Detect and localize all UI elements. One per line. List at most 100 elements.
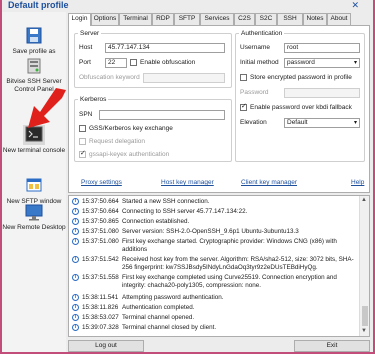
obfuscation-keyword-label: Obfuscation keyword: [79, 74, 140, 81]
store-password-checkbox[interactable]: [240, 74, 247, 81]
window-title: Default profile: [8, 0, 69, 10]
initial-method-select[interactable]: password ▾: [284, 58, 360, 68]
info-icon: i: [72, 294, 79, 301]
password-input[interactable]: [284, 88, 360, 98]
log-message: First key exchange started. Cryptographi…: [122, 238, 337, 253]
server-legend: Server: [80, 30, 100, 37]
tab-options[interactable]: Options: [91, 13, 119, 25]
proxy-settings-link[interactable]: Proxy settings: [81, 179, 122, 186]
info-icon: i: [72, 218, 79, 225]
port-input[interactable]: 22: [105, 58, 127, 68]
initial-method-value: password: [287, 59, 315, 66]
log-time: 15:37:51.542: [82, 256, 119, 263]
log-message: First key exchange completed using Curve…: [122, 274, 337, 289]
initial-method-label: Initial method: [240, 59, 279, 66]
tab-services[interactable]: Services: [200, 13, 234, 25]
scroll-up-icon[interactable]: ▲: [361, 197, 367, 203]
close-icon[interactable]: ✕: [351, 0, 359, 11]
log-message: Received host key from the server. Algor…: [122, 256, 354, 271]
log-time: 15:38:11.541: [82, 294, 119, 301]
gssapi-checkbox[interactable]: [79, 149, 86, 158]
info-icon: i: [72, 304, 79, 311]
info-icon: i: [72, 208, 79, 215]
username-label: Username: [240, 44, 270, 51]
log-message: Connection established.: [122, 218, 190, 225]
log-message: Terminal channel opened.: [122, 314, 195, 321]
sidebar-item-label: New Remote Desktop: [2, 224, 66, 231]
tab-sftp[interactable]: SFTP: [174, 13, 200, 25]
kbdi-fallback-checkbox[interactable]: [240, 102, 247, 111]
tab-s2c[interactable]: S2C: [255, 13, 277, 25]
obfuscation-checkbox[interactable]: [130, 59, 137, 66]
tab-c2s[interactable]: C2S: [234, 13, 255, 25]
kerberos-legend: Kerberos: [80, 96, 107, 103]
logout-button[interactable]: Log out: [68, 340, 144, 352]
log-message: Authentication completed.: [122, 304, 195, 311]
log-scrollbar[interactable]: ▲ ▼: [359, 196, 369, 336]
gss-kex-checkbox[interactable]: [79, 125, 86, 132]
spn-input[interactable]: [99, 110, 225, 120]
log-message: Attempting password authentication.: [122, 294, 224, 301]
gss-kex-label: GSS/Kerberos key exchange: [89, 125, 173, 132]
host-key-manager-link[interactable]: Host key manager: [161, 179, 214, 186]
chevron-down-icon: ▾: [353, 120, 357, 126]
info-icon: i: [72, 324, 79, 331]
info-icon: i: [72, 228, 79, 235]
log-time: 15:37:51.080: [82, 228, 119, 235]
tab-rdp[interactable]: RDP: [152, 13, 174, 25]
log-message: Started a new SSH connection.: [122, 198, 210, 205]
obfuscation-label: Enable obfuscation: [140, 59, 196, 66]
log-time: 15:37:50.664: [82, 198, 119, 205]
server-control-icon: [27, 58, 41, 74]
tab-notes[interactable]: Notes: [303, 13, 327, 25]
client-key-manager-link[interactable]: Client key manager: [241, 179, 297, 186]
elevation-label: Elevation: [240, 119, 267, 126]
connection-log: i 15:37:50.664 Started a new SSH connect…: [68, 195, 370, 337]
log-message: Terminal channel closed by client.: [122, 324, 217, 331]
password-label: Password: [240, 89, 269, 96]
tab-about[interactable]: About: [327, 13, 351, 25]
sidebar: Save profile as Bitvise SSH Server Contr…: [2, 12, 66, 352]
delegation-checkbox[interactable]: [79, 138, 86, 145]
spn-label: SPN: [79, 111, 93, 118]
chevron-down-icon: ▾: [353, 60, 357, 66]
exit-button[interactable]: Exit: [294, 340, 370, 352]
delegation-label: Request delegation: [89, 138, 146, 145]
sidebar-item-remote-desktop[interactable]: New Remote Desktop: [2, 202, 66, 232]
log-time: 15:37:50.664: [82, 208, 119, 215]
info-icon: i: [72, 198, 79, 205]
kbdi-fallback-label: Enable password over kbdi fallback: [250, 104, 352, 111]
main-window: Default profile ✕ Save profile as Bitvis…: [0, 0, 375, 354]
obfuscation-keyword-input[interactable]: [143, 73, 225, 83]
host-input[interactable]: 45.77.147.134: [105, 43, 225, 53]
tab-bar: Login Options Terminal RDP SFTP Services…: [68, 13, 372, 26]
elevation-select[interactable]: Default ▾: [284, 118, 360, 128]
sftp-window-icon: [26, 178, 42, 192]
log-time: 15:39:07.328: [82, 324, 119, 331]
help-link[interactable]: Help: [351, 179, 364, 186]
info-icon: i: [72, 256, 79, 263]
tab-ssh[interactable]: SSH: [277, 13, 303, 25]
log-message: Connecting to SSH server 45.77.147.134:2…: [122, 208, 248, 215]
authentication-legend: Authentication: [241, 30, 283, 37]
sidebar-item-save-profile[interactable]: Save profile as: [2, 26, 66, 56]
sidebar-item-label: Save profile as: [12, 48, 56, 55]
gssapi-label: gssapi-keyex authentication: [89, 151, 170, 158]
info-icon: i: [72, 314, 79, 321]
scroll-thumb[interactable]: [362, 306, 368, 326]
log-time: 15:38:11.826: [82, 304, 119, 311]
tab-terminal[interactable]: Terminal: [119, 13, 152, 25]
port-label: Port: [79, 59, 91, 66]
host-label: Host: [79, 44, 93, 51]
store-password-label: Store encrypted password in profile: [250, 74, 352, 81]
info-icon: i: [72, 274, 79, 281]
scroll-down-icon[interactable]: ▼: [361, 328, 367, 334]
username-input[interactable]: root: [284, 43, 360, 53]
sidebar-item-label: New terminal console: [2, 147, 66, 154]
info-icon: i: [72, 238, 79, 245]
pointer-arrow-icon: [28, 88, 66, 128]
elevation-value: Default: [287, 119, 308, 126]
log-time: 15:37:51.080: [82, 238, 119, 245]
tab-login[interactable]: Login: [68, 13, 91, 26]
log-time: 15:38:53.027: [82, 314, 119, 321]
